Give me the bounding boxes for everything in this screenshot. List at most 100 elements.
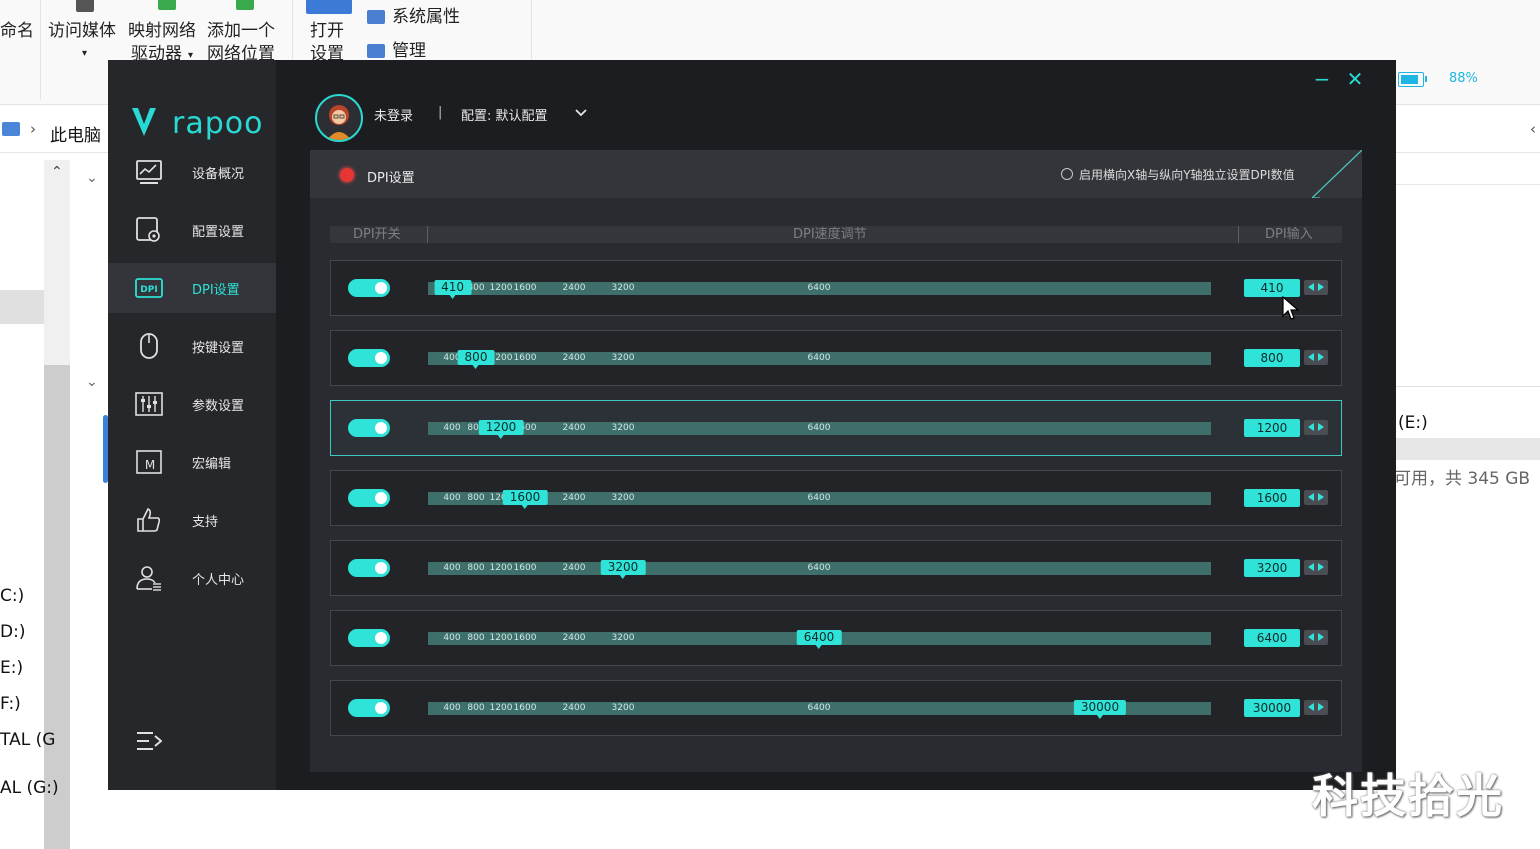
dpi-slider-value-bubble[interactable]: 30000 <box>1073 700 1127 719</box>
dpi-speed-slider[interactable]: 400800120016002400320064003200 <box>428 560 1211 579</box>
dpi-input-field[interactable]: 6400 <box>1244 629 1300 647</box>
menu-icon[interactable] <box>136 730 162 752</box>
dpi-slider-value-bubble[interactable]: 800 <box>457 350 495 369</box>
arrow-left-icon[interactable] <box>1308 423 1314 431</box>
arrow-left-icon[interactable] <box>1308 563 1314 571</box>
dpi-switch-toggle[interactable] <box>348 629 390 647</box>
dpi-stepper[interactable] <box>1304 490 1328 505</box>
minimize-button[interactable]: − <box>1311 68 1333 90</box>
dpi-input-field[interactable]: 30000 <box>1244 699 1300 717</box>
dpi-slider-value-bubble[interactable]: 1200 <box>478 420 524 439</box>
dpi-slider-value-bubble[interactable]: 410 <box>434 280 472 299</box>
avatar[interactable] <box>315 94 363 142</box>
sidebar-item-macro[interactable]: M 宏编辑 <box>108 437 276 487</box>
tree-drive-g2[interactable]: AL (G:) <box>0 778 59 798</box>
add-location-line1[interactable]: 添加一个 <box>207 20 275 43</box>
dpi-input-field[interactable]: 410 <box>1244 279 1300 297</box>
system-properties-button[interactable]: 系统属性 <box>392 6 460 29</box>
dpi-row[interactable]: 4008001200160024003200640016001600 <box>330 470 1342 526</box>
sidebar-item-mouse[interactable]: 按键设置 <box>108 321 276 371</box>
scroll-up-icon[interactable]: ⌃ <box>51 164 63 180</box>
dpi-row[interactable]: 40080012001600240032006400800800 <box>330 330 1342 386</box>
dpi-speed-slider[interactable]: 40080012001600240032006400410 <box>428 280 1211 299</box>
access-media-button[interactable]: 访问媒体 <box>48 20 116 43</box>
dpi-speed-slider[interactable]: 400800120016002400320064001600 <box>428 490 1211 509</box>
rapoo-logo-text: rapoo <box>172 106 264 141</box>
dpi-panel-title: DPI设置 <box>367 171 415 186</box>
breadcrumb-chevron-icon[interactable]: ‹ <box>1530 120 1536 138</box>
nav-scrollbar-thumb[interactable] <box>44 365 70 849</box>
dpi-row[interactable]: 4008001200160024003200640012001200 <box>330 400 1342 456</box>
map-drive-line1[interactable]: 映射网络 <box>128 20 196 43</box>
arrow-right-icon[interactable] <box>1318 493 1324 501</box>
arrow-right-icon[interactable] <box>1318 563 1324 571</box>
dpi-stepper[interactable] <box>1304 350 1328 365</box>
tree-drive-g[interactable]: TAL (G <box>0 730 55 750</box>
arrow-left-icon[interactable] <box>1308 353 1314 361</box>
dpi-switch-toggle[interactable] <box>348 279 390 297</box>
macro-icon: M <box>136 450 162 474</box>
rename-button[interactable]: 命名 <box>0 20 34 43</box>
dpi-row[interactable]: 40080012001600240032006400410410 <box>330 260 1342 316</box>
dpi-stepper[interactable] <box>1304 560 1328 575</box>
dpi-speed-slider[interactable]: 40080012001600240032006400800 <box>428 350 1211 369</box>
dpi-speed-slider[interactable]: 400800120016002400320064006400 <box>428 630 1211 649</box>
arrow-right-icon[interactable] <box>1318 283 1324 291</box>
dpi-stepper[interactable] <box>1304 280 1328 295</box>
arrow-left-icon[interactable] <box>1308 493 1314 501</box>
dpi-input-field[interactable]: 800 <box>1244 349 1300 367</box>
drive-e-label[interactable]: (E:) <box>1398 413 1428 433</box>
login-status[interactable]: 未登录 <box>374 105 413 124</box>
independent-xy-radio[interactable] <box>1061 168 1073 180</box>
chevron-down-icon[interactable] <box>574 106 588 120</box>
arrow-right-icon[interactable] <box>1318 703 1324 711</box>
tree-drive-f[interactable]: F:) <box>0 694 21 714</box>
sidebar-item-config[interactable]: 配置设置 <box>108 205 276 255</box>
close-button[interactable]: ✕ <box>1344 68 1366 90</box>
tree-drive-c[interactable]: C:) <box>0 586 24 606</box>
dpi-speed-slider[interactable]: 400 800 1200 1600 2400 3200 6400 30000 <box>428 700 1211 719</box>
sidebar: rapoo 设备概况配置设置 DPI DPI设置 按键设置参数设置 M 宏编辑支持个人中心 <box>108 60 276 790</box>
open-settings-line1[interactable]: 打开 <box>310 20 344 43</box>
arrow-left-icon[interactable] <box>1308 703 1314 711</box>
dpi-slider-value-bubble[interactable]: 3200 <box>600 560 646 579</box>
breadcrumb-this-pc[interactable]: 此电脑 <box>50 121 101 146</box>
nav-selected-item[interactable] <box>0 290 44 324</box>
sidebar-item-thumbs-up[interactable]: 支持 <box>108 495 276 545</box>
dpi-slider-value-bubble[interactable]: 6400 <box>796 630 842 649</box>
dpi-switch-toggle[interactable] <box>348 699 390 717</box>
config-selector[interactable]: 配置: 默认配置 <box>461 105 548 124</box>
dpi-input-field[interactable]: 1200 <box>1244 419 1300 437</box>
arrow-left-icon[interactable] <box>1308 633 1314 641</box>
dpi-stepper[interactable] <box>1304 420 1328 435</box>
dpi-switch-toggle[interactable] <box>348 559 390 577</box>
dpi-switch-toggle[interactable] <box>348 419 390 437</box>
expand-chevron-icon[interactable]: ⌄ <box>86 374 98 390</box>
independent-xy-label[interactable]: 启用横向X轴与纵向Y轴独立设置DPI数值 <box>1079 166 1295 183</box>
dpi-stepper[interactable] <box>1304 700 1328 715</box>
tree-drive-e[interactable]: E:) <box>0 658 23 678</box>
expand-chevron-icon[interactable]: ⌄ <box>86 170 98 186</box>
breadcrumb-chevron-icon[interactable]: › <box>30 120 36 138</box>
arrow-right-icon[interactable] <box>1318 423 1324 431</box>
sidebar-item-user-center[interactable]: 个人中心 <box>108 553 276 603</box>
dpi-column-header: DPI开关 DPI速度调节 DPI输入 <box>330 226 1342 243</box>
arrow-right-icon[interactable] <box>1318 633 1324 641</box>
dpi-stepper[interactable] <box>1304 630 1328 645</box>
sidebar-item-dpi[interactable]: DPI DPI设置 <box>108 263 276 313</box>
arrow-left-icon[interactable] <box>1308 283 1314 291</box>
dpi-row[interactable]: 400 800 1200 1600 2400 3200 6400 30000 30000 <box>330 680 1342 736</box>
dpi-switch-toggle[interactable] <box>348 349 390 367</box>
dpi-row[interactable]: 4008001200160024003200640032003200 <box>330 540 1342 596</box>
dpi-speed-slider[interactable]: 400800120016002400320064001200 <box>428 420 1211 439</box>
dpi-switch-toggle[interactable] <box>348 489 390 507</box>
dropdown-arrow-icon[interactable]: ▾ <box>82 42 87 65</box>
sidebar-item-sliders[interactable]: 参数设置 <box>108 379 276 429</box>
dpi-row[interactable]: 4008001200160024003200640064006400 <box>330 610 1342 666</box>
dpi-input-field[interactable]: 1600 <box>1244 489 1300 507</box>
dpi-slider-value-bubble[interactable]: 1600 <box>502 490 548 509</box>
sidebar-item-monitor-chart[interactable]: 设备概况 <box>108 147 276 197</box>
tree-drive-d[interactable]: D:) <box>0 622 25 642</box>
dpi-input-field[interactable]: 3200 <box>1244 559 1300 577</box>
arrow-right-icon[interactable] <box>1318 353 1324 361</box>
